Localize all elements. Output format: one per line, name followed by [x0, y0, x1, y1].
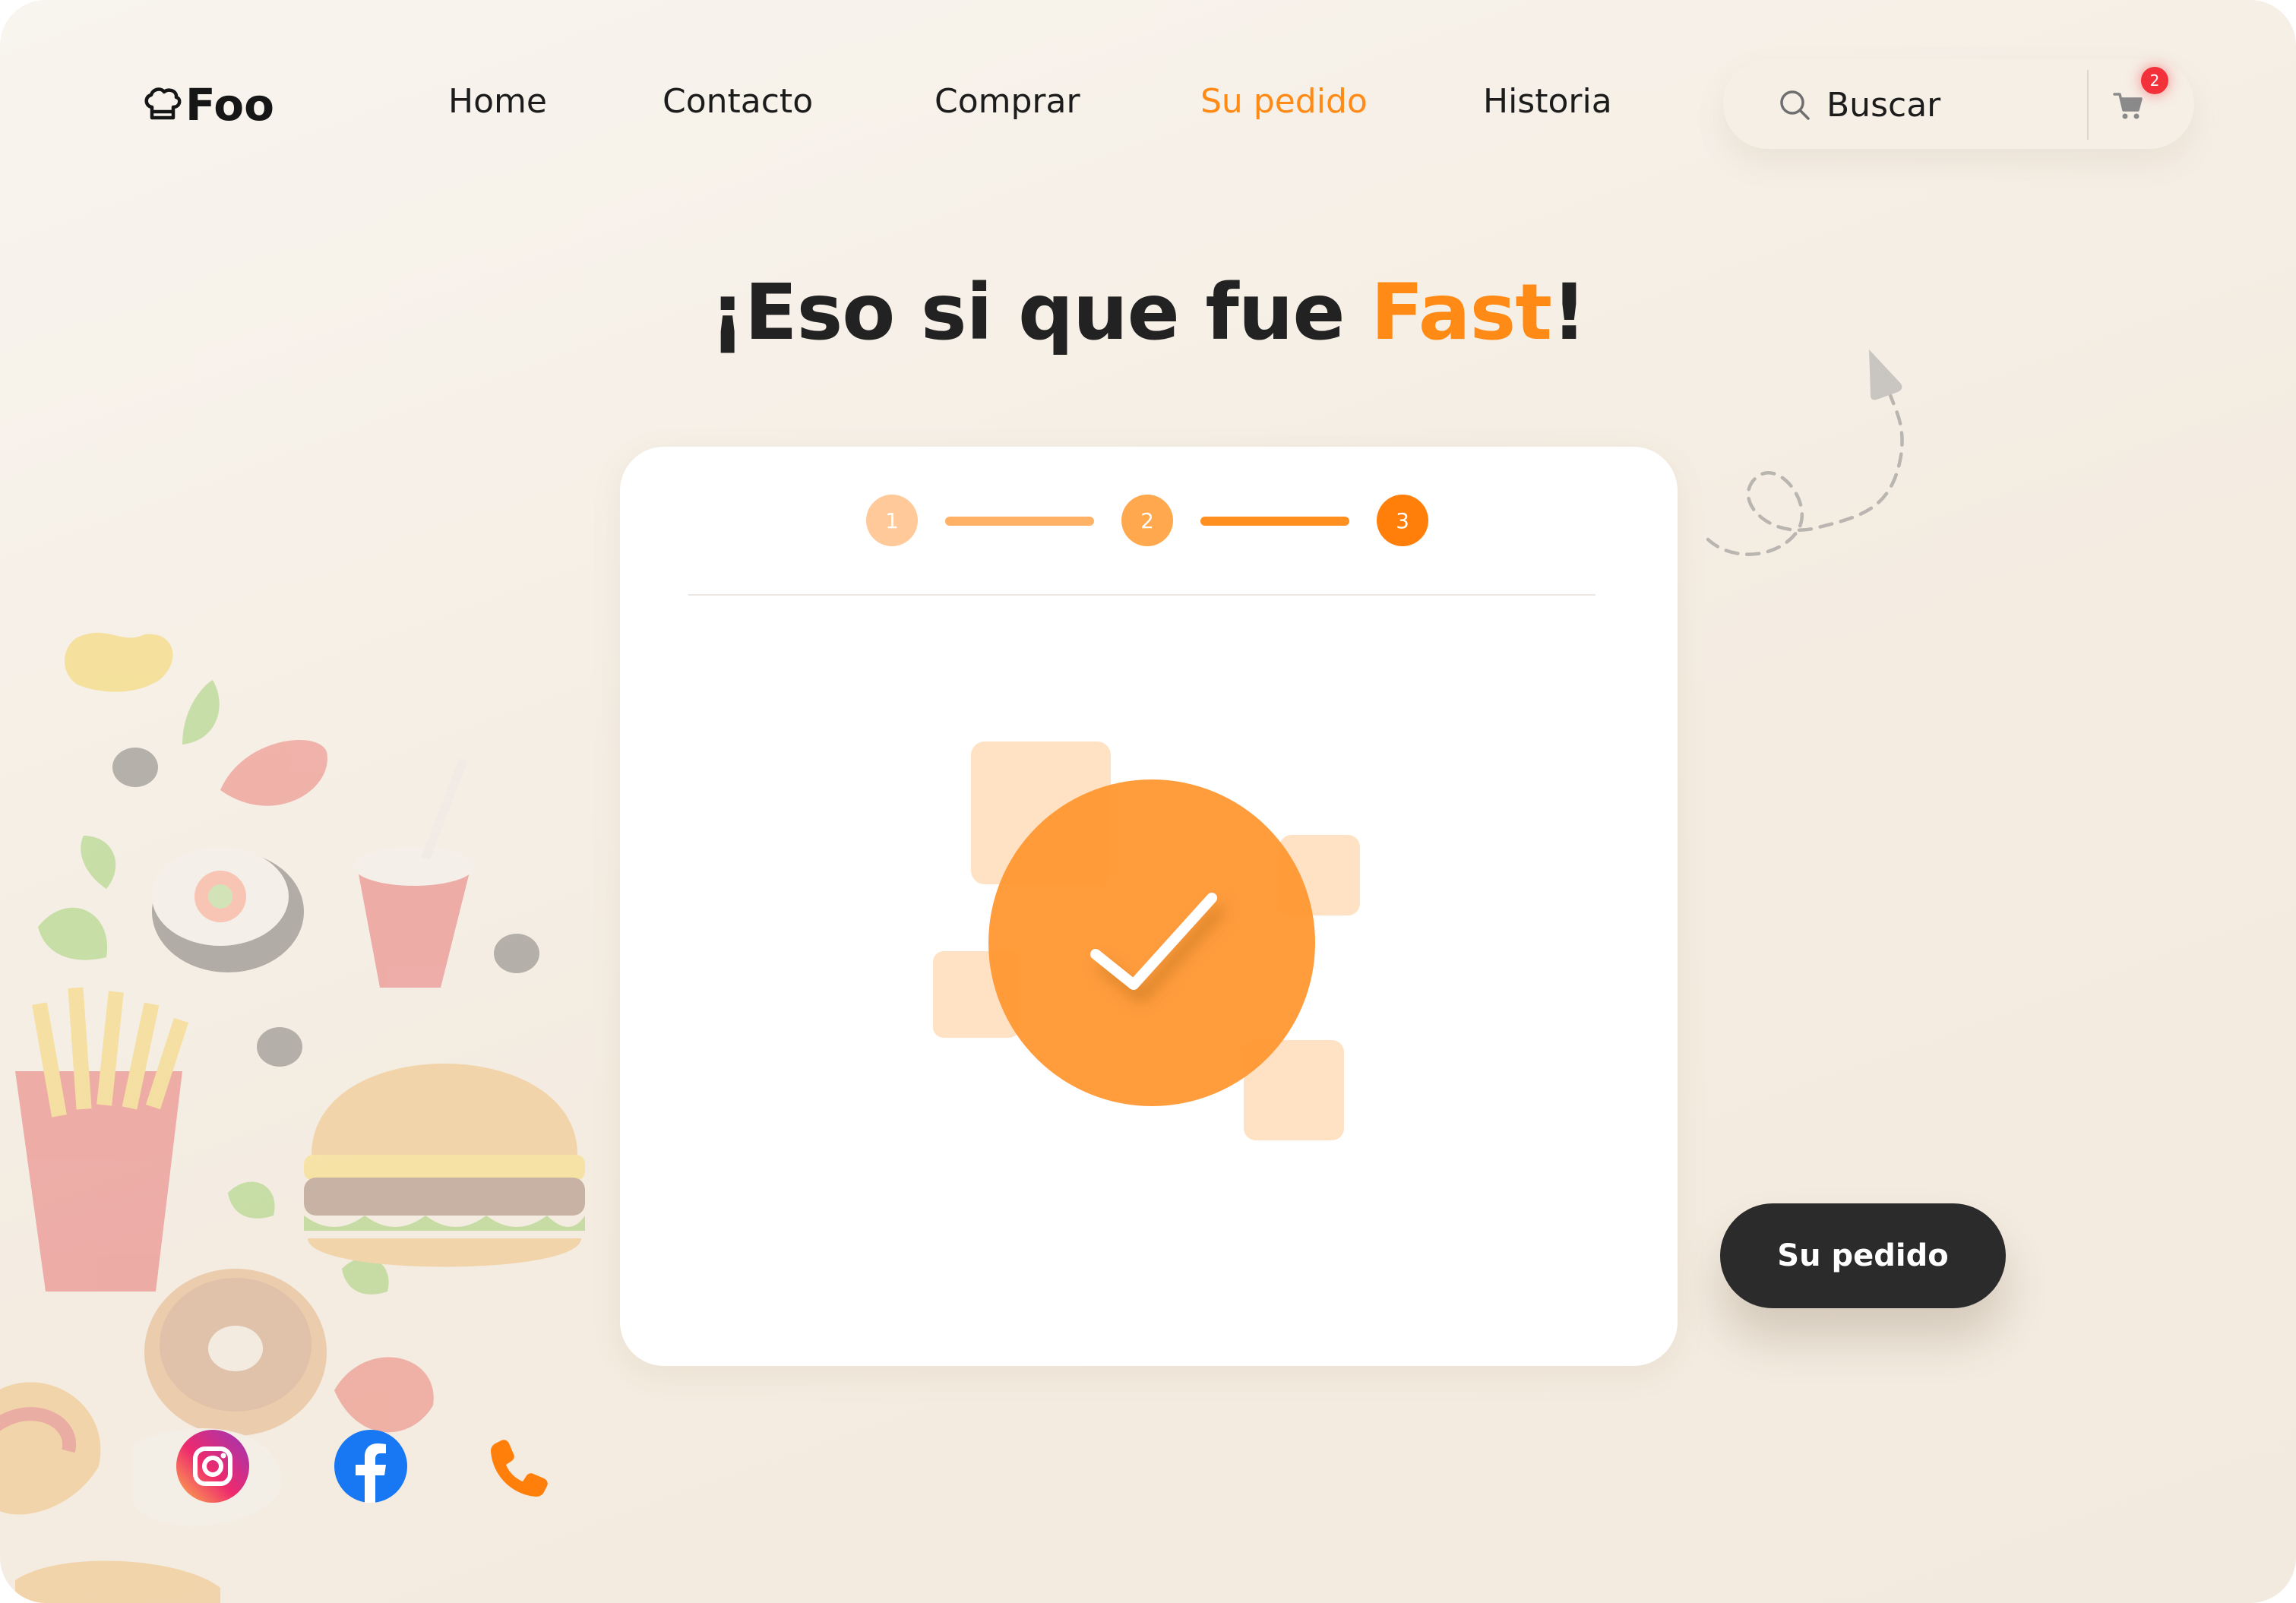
step-2: 2: [1121, 495, 1173, 546]
cart-icon[interactable]: [2112, 90, 2144, 122]
search-divider: [2087, 70, 2089, 140]
title-suffix: !: [1551, 267, 1587, 358]
search-icon[interactable]: [1778, 88, 1811, 122]
title-accent: Fast: [1371, 267, 1552, 358]
nav-historia[interactable]: Historia: [1483, 82, 1612, 121]
step-connector-1: [945, 517, 1094, 526]
nav-su-pedido[interactable]: Su pedido: [1200, 82, 1368, 121]
nav-home[interactable]: Home: [448, 82, 547, 121]
step-connector-2: [1200, 517, 1349, 526]
logo[interactable]: Foo: [141, 79, 274, 131]
phone-icon[interactable]: [486, 1436, 550, 1500]
check-circle-icon: [933, 741, 1360, 1140]
step-3: 3: [1377, 495, 1428, 546]
nav-comprar[interactable]: Comprar: [935, 82, 1080, 121]
page: Foo Home Contacto Comprar Su pedido Hist…: [0, 0, 2296, 1603]
dashed-arrow-decoration: [1706, 349, 1904, 556]
card-divider: [688, 594, 1595, 596]
cart-badge: 2: [2141, 67, 2168, 94]
su-pedido-button[interactable]: Su pedido: [1720, 1203, 2006, 1308]
instagram-icon[interactable]: [176, 1430, 249, 1503]
page-title: ¡Eso si que fue Fast!: [0, 267, 2296, 358]
step-1: 1: [866, 495, 918, 546]
title-prefix: ¡Eso si que fue: [710, 267, 1371, 358]
facebook-icon[interactable]: [334, 1430, 407, 1503]
search-input[interactable]: [1826, 81, 2054, 129]
logo-text: Foo: [185, 79, 274, 131]
nav-contacto[interactable]: Contacto: [663, 82, 813, 121]
chef-hat-icon: [144, 87, 182, 120]
